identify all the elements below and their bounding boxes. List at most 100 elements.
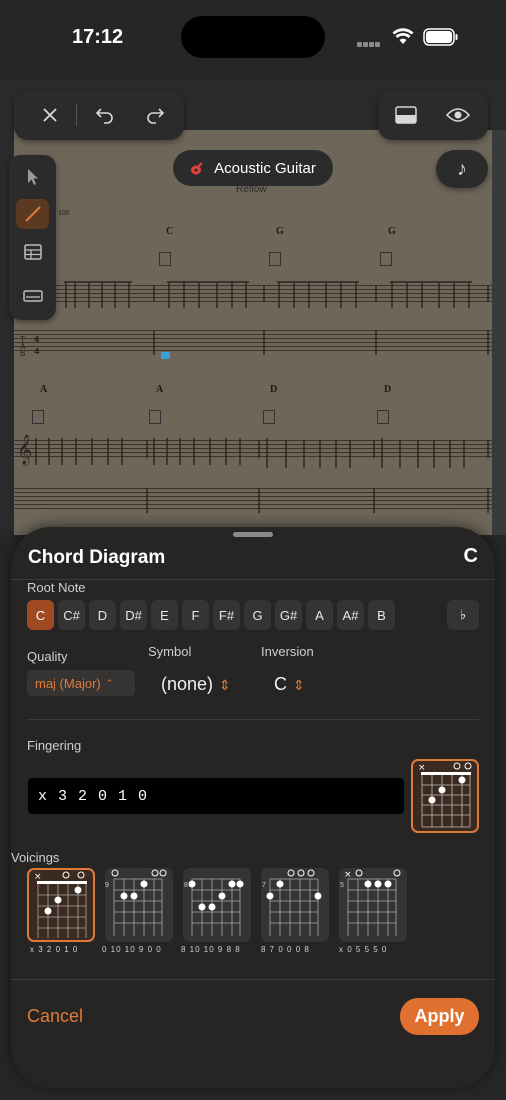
symbol-label: Symbol: [148, 644, 192, 659]
root-note-key[interactable]: D#: [120, 600, 147, 630]
quality-dropdown[interactable]: maj (Major) ⌃: [27, 670, 135, 696]
layout-button[interactable]: [392, 101, 420, 129]
cancel-button[interactable]: Cancel: [27, 1006, 83, 1027]
current-chord-name: C: [463, 545, 478, 567]
sheet-grabber[interactable]: [233, 532, 273, 537]
status-time: 17:12: [72, 26, 124, 48]
chevron-updown-icon: ⌃: [105, 677, 114, 688]
edit-toolbar: [14, 90, 184, 140]
close-button[interactable]: [36, 101, 64, 129]
root-note-key[interactable]: A#: [337, 600, 364, 630]
root-note-key[interactable]: E: [151, 600, 178, 630]
wifi-icon: [392, 28, 414, 44]
voicing-option[interactable]: 5 ×: [339, 868, 407, 942]
symbol-value: (none): [161, 674, 214, 694]
voicing-option[interactable]: 8: [183, 868, 251, 942]
voicing-option[interactable]: 7: [261, 868, 329, 942]
keyboard-icon: [23, 290, 43, 302]
voicing-fret-number: 8: [184, 882, 188, 889]
root-note-key[interactable]: D: [89, 600, 116, 630]
root-note-key[interactable]: F#: [213, 600, 240, 630]
score-notes: 𝄞 T A B 4 4: [17, 281, 489, 513]
mini-chord-diagram[interactable]: [380, 252, 392, 266]
voicing-diagram: ×: [34, 871, 87, 938]
score-chord-label[interactable]: G: [276, 226, 284, 237]
voicing-fingering: 0 10 10 9 0 0: [102, 945, 162, 954]
mini-chord-diagram[interactable]: [149, 410, 161, 424]
voicing-fingering: 8 10 10 9 8 8: [181, 945, 241, 954]
root-note-key[interactable]: C#: [58, 600, 85, 630]
svg-text:×: ×: [344, 870, 352, 880]
root-note-key[interactable]: F: [182, 600, 209, 630]
dynamic-island: [181, 16, 325, 58]
mini-chord-diagram[interactable]: [159, 252, 171, 266]
root-note-key[interactable]: G#: [275, 600, 302, 630]
mini-chord-diagram[interactable]: [377, 410, 389, 424]
svg-text:4: 4: [34, 335, 40, 344]
eye-icon: [446, 108, 470, 122]
redo-button[interactable]: [141, 101, 169, 129]
undo-icon: [95, 108, 113, 124]
voicing-option[interactable]: ×: [27, 868, 95, 942]
svg-text:B: B: [20, 349, 26, 358]
pointer-tool[interactable]: [19, 163, 47, 191]
voicing-fret-number: 7: [262, 882, 266, 889]
note-input-button[interactable]: ♪: [436, 150, 488, 188]
divider: [27, 719, 479, 720]
instrument-selector[interactable]: Acoustic Guitar: [173, 150, 333, 186]
chevron-updown-icon: ⇕: [293, 677, 305, 693]
cellular-signal-icon: [357, 34, 381, 52]
chord-diagram-c: ×: [418, 762, 472, 828]
guitar-icon: [191, 162, 203, 175]
score-chord-label[interactable]: C: [166, 226, 173, 237]
score-chord-label[interactable]: D: [384, 384, 391, 395]
cursor-icon: [28, 169, 38, 185]
mini-chord-diagram[interactable]: [269, 252, 281, 266]
voicing-diagram: [111, 869, 167, 936]
score-chord-label[interactable]: A: [40, 384, 47, 395]
keyboard-tool[interactable]: [19, 282, 47, 310]
root-note-label: Root Note: [27, 580, 86, 595]
svg-text:×: ×: [418, 763, 426, 773]
fingering-input[interactable]: x 3 2 0 1 0: [28, 778, 404, 814]
pencil-icon: [25, 206, 41, 222]
split-view-icon: [395, 106, 417, 124]
root-note-key[interactable]: C: [27, 600, 54, 630]
tempo-marking: 100: [58, 210, 70, 217]
flat-toggle-button[interactable]: ♭: [447, 600, 479, 630]
mini-chord-diagram[interactable]: [263, 410, 275, 424]
chord-diagram-preview: ×: [411, 759, 479, 833]
music-note-icon: ♪: [457, 157, 467, 180]
pencil-tool[interactable]: [16, 199, 49, 229]
voicing-fingering: 8 7 0 0 0 8: [261, 945, 310, 954]
voicing-fingering: x 3 2 0 1 0: [30, 945, 79, 954]
score-chord-label[interactable]: G: [388, 226, 396, 237]
score-chord-label[interactable]: D: [270, 384, 277, 395]
voicing-diagram: ×: [344, 869, 401, 936]
svg-text:𝄞: 𝄞: [17, 434, 32, 466]
root-note-key[interactable]: G: [244, 600, 271, 630]
root-note-key[interactable]: B: [368, 600, 395, 630]
voicing-diagram: [188, 878, 244, 936]
inversion-label: Inversion: [261, 644, 314, 659]
score-margin: [492, 130, 506, 535]
mini-chord-diagram[interactable]: [32, 410, 44, 424]
apply-button[interactable]: Apply: [400, 998, 479, 1035]
voicing-diagram: [266, 869, 322, 936]
preview-button[interactable]: [444, 101, 472, 129]
instrument-name: Acoustic Guitar: [214, 159, 316, 177]
voicing-fret-number: 5: [340, 882, 344, 889]
chord-diagram-sheet: Chord Diagram C Root Note C C# D D# E F …: [11, 527, 495, 1088]
sheet-title: Chord Diagram: [28, 547, 166, 568]
voicing-option[interactable]: 9: [105, 868, 173, 942]
inversion-value: C: [274, 674, 287, 694]
voicings-label: Voicings: [11, 850, 60, 865]
inversion-picker[interactable]: C ⇕: [274, 674, 305, 695]
root-note-key[interactable]: A: [306, 600, 333, 630]
table-tool[interactable]: [19, 238, 47, 266]
undo-button[interactable]: [91, 101, 119, 129]
symbol-picker[interactable]: (none) ⇕: [161, 674, 231, 695]
score-chord-label[interactable]: A: [156, 384, 163, 395]
chevron-updown-icon: ⇕: [219, 677, 231, 693]
selected-tab-note[interactable]: [161, 352, 170, 359]
